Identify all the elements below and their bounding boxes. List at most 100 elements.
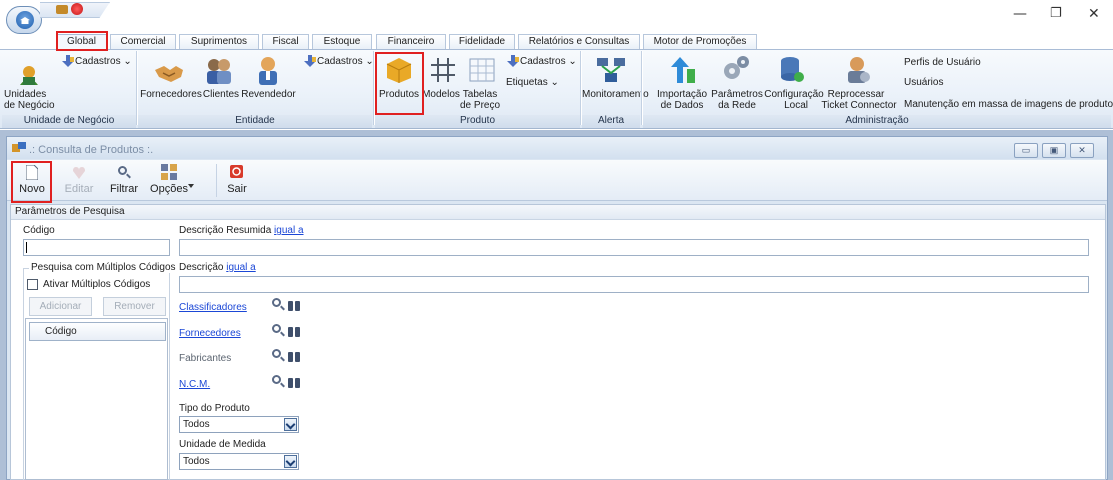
group-separator bbox=[580, 51, 581, 125]
etiquetas-label: Etiquetas bbox=[506, 77, 548, 88]
child-close-button[interactable]: ✕ bbox=[1070, 143, 1094, 158]
editar-button[interactable]: Editar bbox=[59, 161, 99, 200]
tabelas-preco-label2[interactable]: de Preço bbox=[460, 100, 500, 111]
unidade-medida-label: Unidade de Medida bbox=[179, 439, 266, 450]
unidade-cadastros-menu[interactable]: Cadastros ⌄ bbox=[75, 56, 132, 67]
unidade-medida-value: Todos bbox=[183, 456, 210, 467]
search-icon[interactable] bbox=[272, 298, 281, 307]
codigo-input[interactable] bbox=[23, 239, 170, 256]
child-window-titlebar[interactable] bbox=[7, 137, 1107, 159]
chevron-down-icon: ⌄ bbox=[568, 56, 577, 67]
entidade-cadastros-menu[interactable]: Cadastros ⌄ bbox=[317, 56, 374, 67]
tab-fiscal[interactable]: Fiscal bbox=[262, 34, 309, 49]
fornecedores-link[interactable]: Fornecedores bbox=[179, 328, 241, 339]
tab-motor-promocoes[interactable]: Motor de Promoções bbox=[643, 34, 757, 49]
tabelas-preco-label1[interactable]: Tabelas bbox=[460, 89, 500, 100]
produtos-ribbon-button[interactable]: Produtos bbox=[377, 89, 421, 100]
clientes-ribbon-button[interactable]: Clientes bbox=[201, 89, 241, 100]
monitoramento-ribbon-button[interactable]: Monitoramento bbox=[582, 89, 649, 100]
produto-cadastros-menu[interactable]: Cadastros ⌄ bbox=[520, 56, 577, 67]
unidade-cadastros-label: Cadastros bbox=[75, 56, 121, 67]
descricao-operator-link[interactable]: igual a bbox=[226, 262, 255, 273]
binoculars-icon[interactable] bbox=[288, 324, 300, 337]
ncm-link[interactable]: N.C.M. bbox=[179, 379, 210, 390]
importacao-dados-label2[interactable]: de Dados bbox=[655, 100, 709, 111]
novo-label: Novo bbox=[19, 183, 45, 195]
importacao-dados-label1[interactable]: Importação bbox=[655, 89, 709, 100]
unidades-negocio-label1[interactable]: Unidades bbox=[4, 89, 54, 100]
cadastros-icon bbox=[505, 55, 519, 67]
configuracao-local-label1[interactable]: Configuração bbox=[764, 89, 824, 100]
chevron-down-icon[interactable] bbox=[284, 418, 297, 431]
window-restore-button[interactable]: ❐ bbox=[1050, 6, 1062, 21]
reprocessar-ticket-label1[interactable]: Reprocessar bbox=[818, 89, 894, 100]
chevron-down-icon[interactable] bbox=[284, 455, 297, 468]
binoculars-icon[interactable] bbox=[288, 375, 300, 388]
tab-suprimentos[interactable]: Suprimentos bbox=[179, 34, 259, 49]
reprocessar-ticket-label2[interactable]: Ticket Connector bbox=[818, 100, 900, 111]
group-label-administracao: Administração bbox=[643, 115, 1111, 128]
reseller-icon bbox=[256, 56, 280, 86]
usuarios-button[interactable]: Usuários bbox=[904, 77, 943, 88]
network-gears-icon bbox=[721, 54, 751, 84]
modelos-ribbon-button[interactable]: Modelos bbox=[421, 89, 461, 100]
codigo-label: Código bbox=[23, 225, 55, 236]
window-close-button[interactable]: ✕ bbox=[1088, 6, 1100, 22]
title-bar bbox=[0, 0, 1113, 34]
parametros-rede-label2[interactable]: da Rede bbox=[709, 100, 765, 111]
descricao-resumida-input[interactable] bbox=[179, 239, 1089, 256]
chevron-down-icon: ⌄ bbox=[550, 77, 559, 88]
tipo-produto-label: Tipo do Produto bbox=[179, 403, 250, 414]
descricao-input[interactable] bbox=[179, 276, 1089, 293]
parametros-rede-label1[interactable]: Parâmetros bbox=[709, 89, 765, 100]
group-label-unidade: Unidade de Negócio bbox=[2, 115, 136, 128]
tab-relatorios-consultas[interactable]: Relatórios e Consultas bbox=[518, 34, 640, 49]
fornecedores-ribbon-button[interactable]: Fornecedores bbox=[140, 89, 202, 100]
search-icon[interactable] bbox=[272, 349, 281, 358]
product-box-icon bbox=[385, 56, 413, 84]
child-maximize-button[interactable]: ▣ bbox=[1042, 143, 1066, 158]
child-window-title: .: Consulta de Produtos :. bbox=[29, 144, 154, 156]
perfis-usuario-button[interactable]: Perfis de Usuário bbox=[904, 57, 981, 68]
application-menu-button[interactable] bbox=[6, 6, 42, 34]
novo-button[interactable]: Novo bbox=[14, 161, 50, 200]
fabricantes-label: Fabricantes bbox=[179, 353, 232, 364]
descricao-resumida-operator-link[interactable]: igual a bbox=[274, 225, 303, 236]
local-config-icon bbox=[779, 55, 805, 85]
tab-estoque[interactable]: Estoque bbox=[312, 34, 372, 49]
filtrar-button[interactable]: Filtrar bbox=[104, 161, 144, 200]
tab-fidelidade[interactable]: Fidelidade bbox=[449, 34, 515, 49]
models-grid-icon bbox=[429, 56, 457, 84]
chevron-down-icon: ⌄ bbox=[123, 56, 132, 67]
editar-label: Editar bbox=[64, 183, 94, 195]
search-icon[interactable] bbox=[272, 324, 281, 333]
ativar-multiplos-checkbox[interactable] bbox=[27, 279, 38, 290]
descricao-field-label: Descrição igual a bbox=[179, 262, 256, 273]
remover-button[interactable]: Remover bbox=[103, 297, 166, 316]
codes-list[interactable] bbox=[25, 318, 168, 480]
manutencao-imagens-button[interactable]: Manutenção em massa de imagens de produt… bbox=[904, 99, 1113, 110]
tipo-produto-select[interactable]: Todos bbox=[179, 416, 299, 433]
tab-comercial[interactable]: Comercial bbox=[110, 34, 176, 49]
codes-list-column-codigo[interactable]: Código bbox=[45, 326, 77, 337]
window-minimize-button[interactable]: — bbox=[1013, 6, 1027, 22]
unidades-negocio-label2[interactable]: de Negócio bbox=[4, 100, 55, 111]
tab-financeiro[interactable]: Financeiro bbox=[376, 34, 446, 49]
classificadores-link[interactable]: Classificadores bbox=[179, 302, 247, 313]
configuracao-local-label2[interactable]: Local bbox=[764, 100, 824, 111]
revendedor-ribbon-button[interactable]: Revendedor bbox=[241, 89, 296, 100]
binoculars-icon[interactable] bbox=[288, 298, 300, 311]
quick-access-exit-icon[interactable] bbox=[71, 3, 83, 15]
opcoes-button[interactable]: Opções bbox=[148, 161, 202, 200]
unidade-medida-select[interactable]: Todos bbox=[179, 453, 299, 470]
etiquetas-menu[interactable]: Etiquetas ⌄ bbox=[506, 77, 559, 88]
quick-access-app-icon[interactable] bbox=[56, 5, 68, 14]
tab-global[interactable]: Global bbox=[56, 34, 107, 50]
adicionar-button[interactable]: Adicionar bbox=[29, 297, 92, 316]
search-icon[interactable] bbox=[272, 375, 281, 384]
child-minimize-button[interactable]: ▭ bbox=[1014, 143, 1038, 158]
home-icon bbox=[16, 11, 34, 29]
text-caret bbox=[26, 242, 27, 253]
binoculars-icon[interactable] bbox=[288, 349, 300, 362]
sair-button[interactable]: Sair bbox=[220, 161, 254, 200]
